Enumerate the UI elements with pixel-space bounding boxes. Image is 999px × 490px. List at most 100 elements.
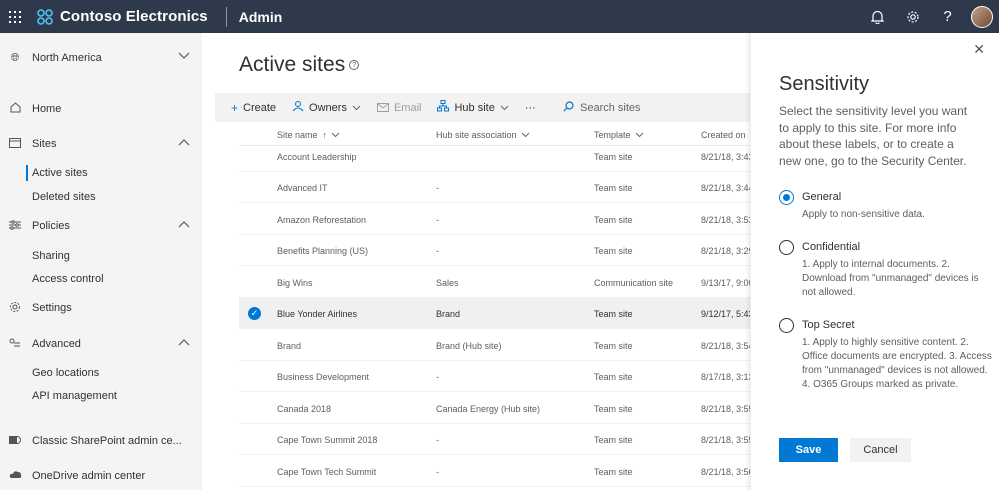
avatar[interactable] xyxy=(971,5,993,28)
sidebar-item-classic-sharepoint[interactable]: Classic SharePoint admin ce... xyxy=(0,430,202,452)
table-row[interactable]: Cape Town Summit 2018 - Team site 8/21/1… xyxy=(239,424,750,455)
sidebar-item-active-sites[interactable]: Active sites xyxy=(32,164,88,182)
cell-hub: - xyxy=(436,434,439,445)
sort-ascending-icon: ↑ xyxy=(322,130,328,140)
sidebar-item-access-control[interactable]: Access control xyxy=(32,270,104,288)
cell-template: Team site xyxy=(594,403,633,414)
close-icon[interactable]: ✕ xyxy=(973,41,985,58)
email-label: Email xyxy=(393,101,422,114)
cell-created: 8/21/18, 3:54 xyxy=(701,340,750,351)
cell-hub: - xyxy=(436,214,439,225)
sidebar-item-advanced[interactable]: Advanced xyxy=(0,333,202,355)
table-row[interactable]: Benefits Planning (US) - Team site 8/21/… xyxy=(239,235,750,266)
chevron-up-icon xyxy=(178,137,190,149)
panel-description: Select the sensitivity level you want to… xyxy=(779,104,968,168)
save-button[interactable]: Save xyxy=(779,438,838,462)
person-icon xyxy=(292,100,304,115)
table-row[interactable]: Canada 2018 Canada Energy (Hub site) Tea… xyxy=(239,393,750,424)
col-header-site-name[interactable]: Site name ↑ xyxy=(277,128,340,142)
more-button[interactable]: ··· xyxy=(525,102,536,114)
policies-icon xyxy=(8,219,22,233)
cell-site-name[interactable]: Cape Town Tech Summit xyxy=(277,456,376,487)
cell-site-name[interactable]: Amazon Reforestation xyxy=(277,204,366,235)
create-button[interactable]: + Create xyxy=(231,101,276,115)
region-selector[interactable]: 🌐︎ North America xyxy=(0,47,202,69)
table-row-selected[interactable]: ✓ Blue Yonder Airlines Brand Team site 9… xyxy=(239,298,750,329)
chevron-up-icon xyxy=(178,219,190,231)
hub-site-label: Hub site xyxy=(454,101,495,114)
radio-top-secret[interactable] xyxy=(779,318,794,333)
brand-name[interactable]: Contoso Electronics xyxy=(60,8,208,25)
chevron-down-icon xyxy=(500,102,509,114)
radio-general[interactable] xyxy=(779,190,794,205)
cell-site-name[interactable]: Big Wins xyxy=(277,267,313,298)
sidebar-item-deleted-sites[interactable]: Deleted sites xyxy=(32,188,96,206)
sidebar-item-onedrive[interactable]: OneDrive admin center xyxy=(0,465,202,487)
cell-created: 9/12/17, 5:43 xyxy=(701,308,750,319)
top-bar: Contoso Electronics Admin ? xyxy=(0,0,999,33)
email-button[interactable]: Email xyxy=(376,101,422,115)
create-label: Create xyxy=(243,101,277,114)
sidebar-item-label: Home xyxy=(32,103,62,115)
bell-icon[interactable] xyxy=(860,0,895,33)
help-circle-icon[interactable]: ? xyxy=(349,60,360,71)
cell-created: 8/21/18, 3:44 xyxy=(701,182,750,193)
waffle-icon[interactable] xyxy=(0,0,30,33)
sidebar-item-label: Settings xyxy=(32,302,72,314)
cell-hub: - xyxy=(436,466,439,477)
col-header-hub[interactable]: Hub site association xyxy=(436,128,530,142)
col-header-created[interactable]: Created on xyxy=(701,128,746,142)
cell-site-name[interactable]: Blue Yonder Airlines xyxy=(277,298,357,329)
cell-template: Team site xyxy=(594,340,633,351)
cancel-button[interactable]: Cancel xyxy=(850,438,911,462)
hub-site-button[interactable]: Hub site xyxy=(437,100,509,115)
chevron-down-icon xyxy=(521,130,530,140)
cell-site-name[interactable]: Canada 2018 xyxy=(277,393,331,424)
sidebar-item-label: Sites xyxy=(32,138,57,150)
owners-button[interactable]: Owners xyxy=(292,100,361,115)
search-input[interactable]: Search sites xyxy=(563,93,641,122)
sidebar-item-home[interactable]: Home xyxy=(0,98,202,120)
help-icon[interactable]: ? xyxy=(930,0,965,33)
table-row[interactable]: Advanced IT - Team site 8/21/18, 3:44 xyxy=(239,172,750,203)
gear-icon[interactable] xyxy=(895,0,930,33)
sidebar-item-geo-locations[interactable]: Geo locations xyxy=(32,364,99,382)
radio-confidential[interactable] xyxy=(779,240,794,255)
owners-label: Owners xyxy=(309,101,347,114)
cell-template: Communication site xyxy=(594,277,674,288)
cell-created: 8/21/18, 3:43 xyxy=(701,151,750,162)
divider xyxy=(225,6,227,27)
page-title: Active sites? xyxy=(239,53,360,77)
cell-site-name[interactable]: Advanced IT xyxy=(277,172,328,203)
more-label: ··· xyxy=(524,101,536,114)
cell-site-name[interactable]: Benefits Planning (US) xyxy=(277,235,368,266)
cell-created: 9/13/17, 9:00 xyxy=(701,277,750,288)
table-row[interactable]: Brand Brand (Hub site) Team site 8/21/18… xyxy=(239,330,750,361)
col-header-label: Site name xyxy=(277,130,318,140)
page-title-text: Active sites xyxy=(239,53,346,76)
table-row[interactable]: Big Wins Sales Communication site 9/13/1… xyxy=(239,267,750,298)
sidebar-item-api-management[interactable]: API management xyxy=(32,387,117,405)
cell-site-name[interactable]: Account Leadership xyxy=(277,141,357,172)
table-row[interactable]: Amazon Reforestation - Team site 8/21/18… xyxy=(239,204,750,235)
cell-site-name[interactable]: Brand xyxy=(277,330,301,361)
option-description: Apply to non-sensitive data. xyxy=(802,209,925,220)
table-row[interactable]: Business Development - Team site 8/17/18… xyxy=(239,361,750,392)
col-header-template[interactable]: Template xyxy=(594,128,644,142)
cell-template: Team site xyxy=(594,434,633,445)
checkmark-icon[interactable]: ✓ xyxy=(248,307,261,320)
col-header-label: Created on xyxy=(701,130,746,140)
sidebar-item-label: Policies xyxy=(32,220,70,232)
cell-hub: - xyxy=(436,245,439,256)
sidebar-item-label: Advanced xyxy=(32,338,81,350)
cell-hub: - xyxy=(436,182,439,193)
table-row[interactable]: Account Leadership Team site 8/21/18, 3:… xyxy=(239,141,750,172)
table-row[interactable]: Cape Town Tech Summit - Team site 8/21/1… xyxy=(239,456,750,487)
sidebar-item-sites[interactable]: Sites xyxy=(0,133,202,155)
cell-site-name[interactable]: Business Development xyxy=(277,361,369,392)
cell-created: 8/21/18, 3:53 xyxy=(701,214,750,225)
cell-site-name[interactable]: Cape Town Summit 2018 xyxy=(277,424,377,455)
sidebar-item-sharing[interactable]: Sharing xyxy=(32,247,70,265)
sidebar-item-policies[interactable]: Policies xyxy=(0,215,202,237)
sidebar-item-settings[interactable]: Settings xyxy=(0,297,202,319)
